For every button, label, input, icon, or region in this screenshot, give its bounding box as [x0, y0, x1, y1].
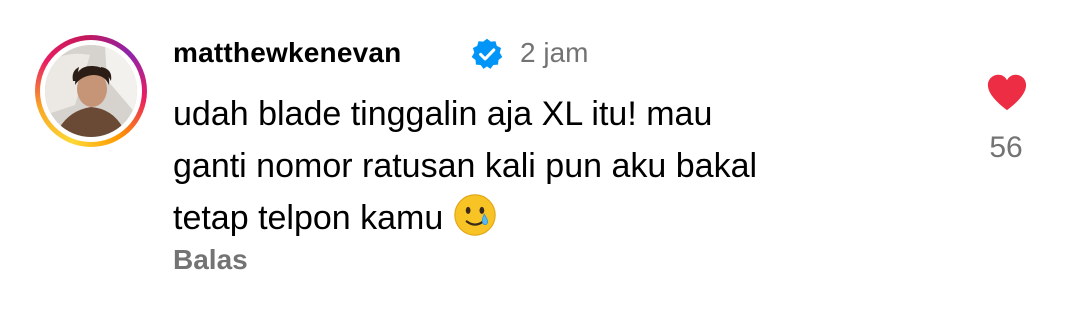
username[interactable]: matthewkenevan [173, 34, 401, 72]
smiling-face-with-tear-emoji-icon [454, 194, 497, 236]
reply-button[interactable]: Balas [173, 240, 248, 280]
avatar[interactable] [45, 45, 137, 137]
comment-body: udah blade tinggalin aja XL itu! mau gan… [173, 88, 913, 244]
comment-timestamp: 2 jam [520, 37, 589, 68]
heart-icon[interactable] [985, 72, 1029, 112]
like-count: 56 [989, 131, 1023, 164]
story-ring[interactable] [35, 35, 147, 147]
verified-badge-icon [471, 38, 503, 69]
avatar-photo [45, 45, 137, 137]
